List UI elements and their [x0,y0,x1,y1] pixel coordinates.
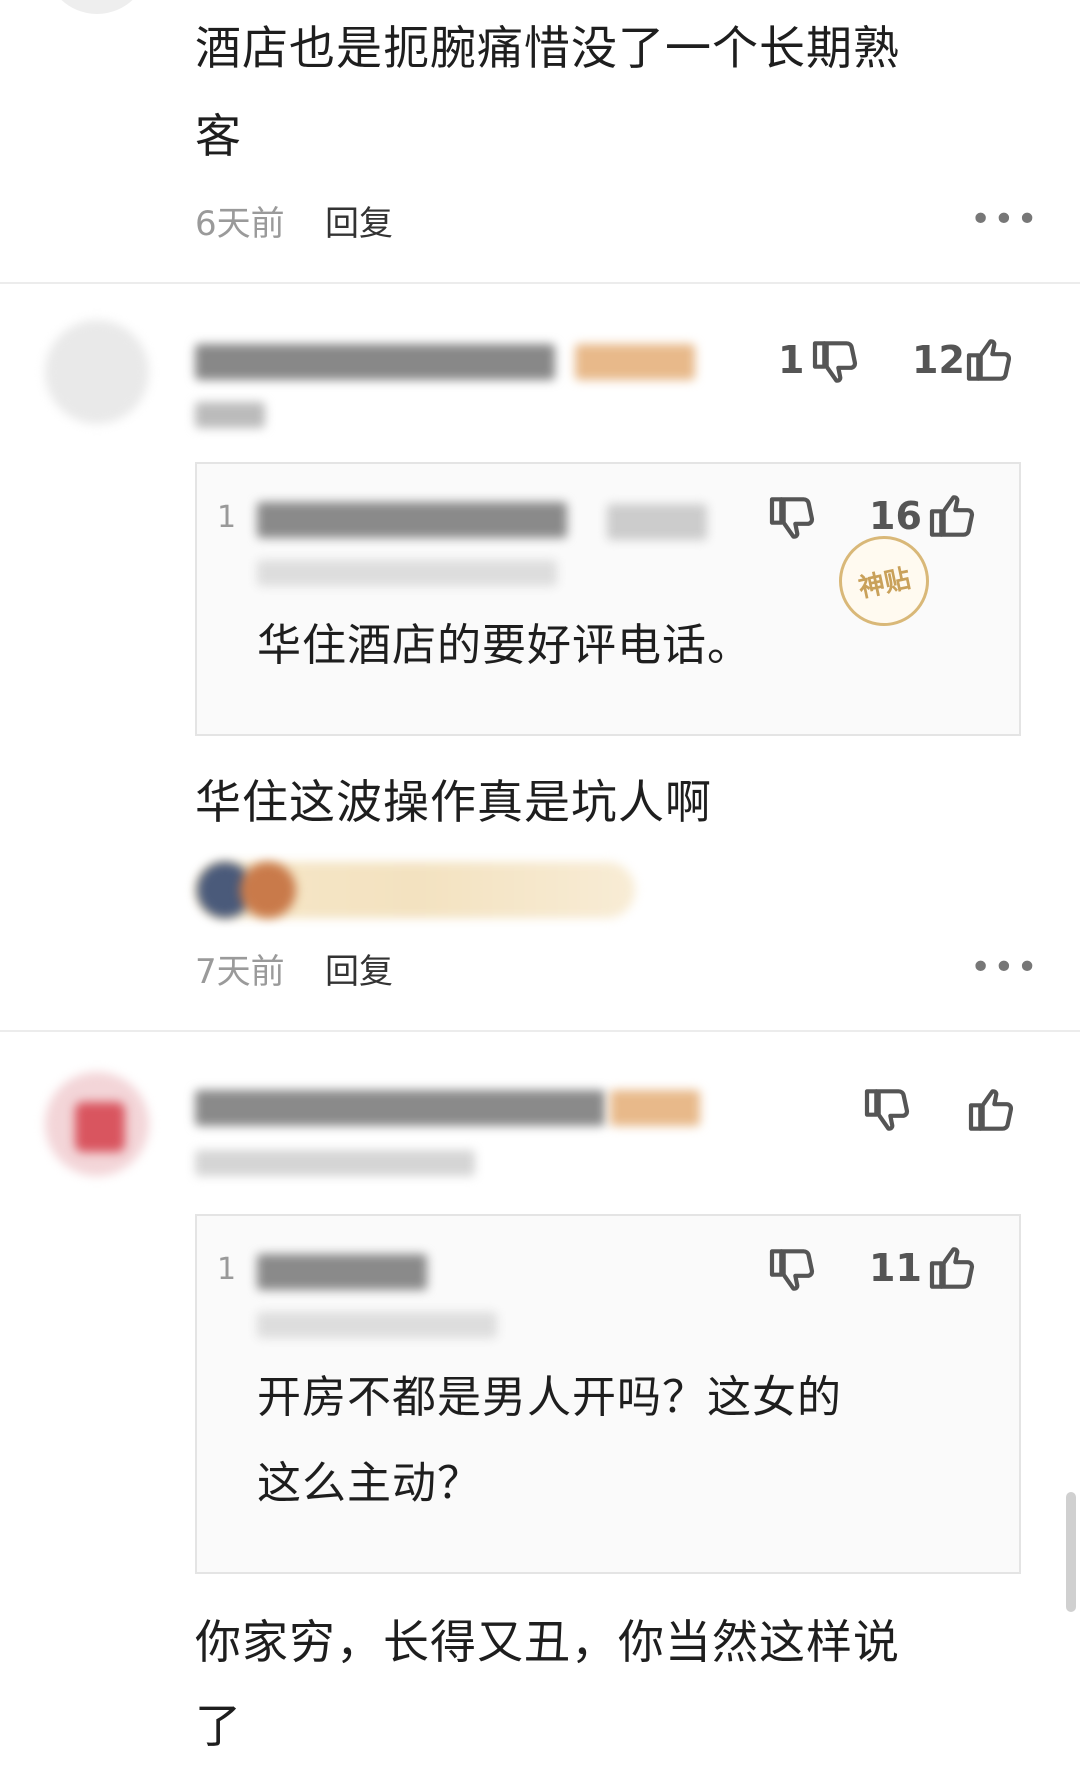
reaction-avatar [240,862,296,918]
quote-text: 华住酒店的要好评电话。 [257,620,752,671]
quoted-comment[interactable]: 1 16 神贴 华住酒店的要好评电话。 [195,462,1021,736]
quote-username-blurred[interactable] [257,1254,427,1290]
quote-meta-blurred [257,560,557,586]
avatar-inner [75,1102,125,1152]
thumb-up-icon[interactable] [962,332,1018,388]
like-count: 12 [912,338,965,382]
comment-1: 酒店也是扼腕痛惜没了一个长期熟 客 6天前 回复 ••• [0,0,1080,280]
quoted-comment[interactable]: 1 11 开房不都是男人开吗？这女的 这么主动？ [195,1214,1021,1574]
reply-button[interactable]: 回复 [325,196,393,245]
avatar[interactable] [45,0,149,14]
thumb-up-icon[interactable] [925,1240,981,1296]
comment-time: 7天前 [195,952,285,992]
comment-text: 你家穷，长得又丑，你当然这样说 [195,1615,900,1669]
username-blurred[interactable] [195,1090,605,1126]
comment-2: 1 12 1 16 神贴 华住酒店的要好评电话。 华住这波操作真是坑人啊 7天前… [0,284,1080,1034]
quote-meta-blurred [257,1312,497,1338]
user-meta-blurred [195,1150,475,1176]
user-badge-blurred [575,344,695,380]
god-post-badge: 神贴 [830,527,938,635]
user-meta-blurred [195,402,265,428]
thumb-up-icon[interactable] [964,1082,1020,1138]
quote-like-count: 16 [869,494,922,538]
dislike-count: 1 [778,338,805,382]
more-options-icon[interactable]: ••• [970,202,1040,238]
quote-text-cont: 这么主动？ [257,1458,482,1509]
quote-like-count: 11 [869,1246,922,1290]
quote-index: 1 [217,500,237,535]
thumb-down-icon[interactable] [860,1082,916,1138]
comment-text: 酒店也是扼腕痛惜没了一个长期熟 [195,21,900,75]
thumb-down-icon[interactable] [765,1242,821,1298]
comment-text-cont: 客 [195,109,242,163]
username-blurred[interactable] [195,344,555,380]
comment-3: 1 11 开房不都是男人开吗？这女的 这么主动？ 你家穷，长得又丑，你当然这样说… [0,1032,1080,1771]
thumb-down-icon[interactable] [808,334,864,390]
comment-text: 华住这波操作真是坑人啊 [195,775,712,829]
quote-index: 1 [217,1252,237,1287]
more-options-icon[interactable]: ••• [970,950,1040,986]
quote-badge-blurred [607,504,707,540]
quote-username-blurred[interactable] [257,502,567,538]
user-badge-blurred [610,1090,700,1126]
comment-time: 6天前 [195,204,285,244]
scrollbar-thumb[interactable] [1066,1492,1076,1612]
avatar[interactable] [45,320,149,424]
quote-text: 开房不都是男人开吗？这女的 [257,1372,842,1423]
comment-text-cont: 了 [195,1699,242,1753]
thumb-up-icon[interactable] [925,488,981,544]
thumb-down-icon[interactable] [765,490,821,546]
reply-button[interactable]: 回复 [325,944,393,993]
